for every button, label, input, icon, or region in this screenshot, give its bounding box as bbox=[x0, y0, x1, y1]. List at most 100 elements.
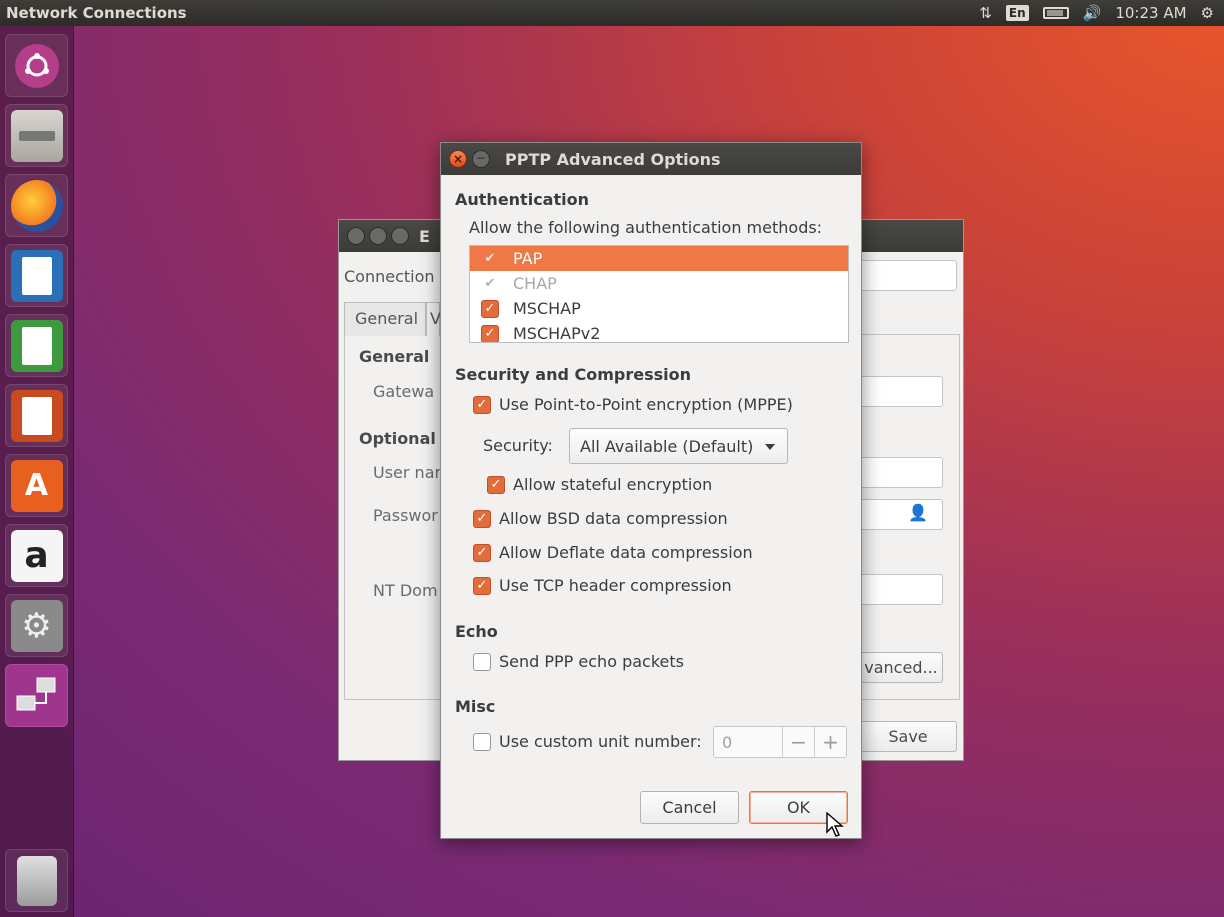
chevron-down-icon bbox=[765, 444, 775, 450]
ubuntu-logo-icon bbox=[14, 43, 59, 88]
launcher-system-settings[interactable]: ⚙ bbox=[5, 594, 68, 657]
minimize-icon[interactable] bbox=[369, 227, 387, 245]
close-icon[interactable] bbox=[347, 227, 365, 245]
launcher-software[interactable]: A bbox=[5, 454, 68, 517]
send-ppp-echo-label: Send PPP echo packets bbox=[499, 652, 684, 671]
gateway-label: Gatewa bbox=[373, 382, 435, 401]
misc-heading: Misc bbox=[455, 697, 496, 716]
custom-unit-checkbox[interactable]: ✓ Use custom unit number: bbox=[473, 732, 702, 751]
keyboard-layout-indicator[interactable]: En bbox=[1005, 5, 1029, 21]
auth-method-chap: ✔ CHAP bbox=[470, 271, 848, 296]
check-icon[interactable]: ✓ bbox=[481, 324, 499, 342]
deflate-compression-checkbox[interactable]: ✓ Allow Deflate data compression bbox=[473, 543, 753, 562]
security-label: Security: bbox=[483, 436, 553, 455]
clock[interactable]: 10:23 AM bbox=[1115, 4, 1186, 22]
launcher-network-connections[interactable] bbox=[5, 664, 68, 727]
authentication-heading: Authentication bbox=[455, 190, 589, 209]
dialog-title: PPTP Advanced Options bbox=[505, 149, 721, 169]
checkbox-empty-icon[interactable]: ✓ bbox=[473, 652, 491, 671]
check-icon: ✔ bbox=[484, 276, 496, 291]
launcher-ubuntu-dash[interactable] bbox=[5, 34, 68, 97]
password-input[interactable]: 👤 bbox=[859, 499, 943, 530]
check-icon[interactable]: ✓ bbox=[473, 395, 491, 414]
increment-button[interactable]: + bbox=[814, 727, 846, 757]
bsd-compression-label: Allow BSD data compression bbox=[499, 509, 728, 528]
gear-icon[interactable]: ⚙ bbox=[1201, 4, 1214, 22]
pptp-advanced-options-dialog: × − PPTP Advanced Options Authentication… bbox=[440, 142, 862, 839]
file-cabinet-icon bbox=[10, 109, 63, 162]
volume-icon[interactable]: 🔊 bbox=[1083, 4, 1102, 22]
check-icon[interactable]: ✓ bbox=[473, 576, 491, 595]
bsd-compression-checkbox[interactable]: ✓ Allow BSD data compression bbox=[473, 509, 728, 528]
mouse-pointer-icon bbox=[826, 812, 844, 837]
security-combo[interactable]: All Available (Default) bbox=[569, 428, 788, 464]
launcher-trash[interactable] bbox=[5, 849, 68, 912]
connection-name-input[interactable] bbox=[859, 260, 957, 291]
advanced-button[interactable]: vanced... bbox=[859, 652, 943, 683]
shopping-bag-icon: A bbox=[10, 459, 63, 512]
minimize-icon[interactable]: − bbox=[472, 150, 490, 168]
network-arrows-icon[interactable]: ⇅ bbox=[979, 4, 992, 22]
amazon-icon: a bbox=[10, 529, 63, 582]
check-icon[interactable]: ✔ bbox=[481, 250, 499, 268]
firefox-icon bbox=[10, 179, 63, 232]
close-icon[interactable]: × bbox=[449, 150, 467, 168]
writer-document-icon bbox=[10, 249, 63, 302]
launcher-impress[interactable] bbox=[5, 384, 68, 447]
tab-general[interactable]: General bbox=[344, 302, 426, 336]
security-combo-value: All Available (Default) bbox=[580, 436, 754, 456]
tab-vpn[interactable]: V bbox=[426, 302, 441, 336]
deflate-compression-label: Allow Deflate data compression bbox=[499, 543, 753, 562]
optional-section-heading: Optional bbox=[359, 429, 436, 448]
dialog-titlebar: × − PPTP Advanced Options bbox=[441, 143, 861, 175]
active-app-title: Network Connections bbox=[6, 4, 187, 22]
save-button[interactable]: Save bbox=[859, 721, 957, 752]
check-icon[interactable]: ✓ bbox=[487, 475, 505, 494]
indicator-area: ⇅ En 🔊 10:23 AM ⚙ bbox=[979, 4, 1224, 22]
cancel-button[interactable]: Cancel bbox=[640, 791, 739, 824]
username-label: User nar bbox=[373, 463, 442, 482]
launcher-amazon[interactable]: a bbox=[5, 524, 68, 587]
tcp-header-compression-checkbox[interactable]: ✓ Use TCP header compression bbox=[473, 576, 732, 595]
auth-methods-list: ✔ PAP ✔ CHAP ✓ MSCHAP ✓ MSCHAPv2 bbox=[469, 245, 849, 343]
checkbox-empty-icon[interactable]: ✓ bbox=[473, 732, 491, 751]
editing-window-title: E bbox=[419, 226, 430, 246]
check-icon[interactable]: ✓ bbox=[473, 509, 491, 528]
gateway-input[interactable] bbox=[859, 376, 943, 407]
nt-domain-label: NT Dom bbox=[373, 581, 438, 600]
nt-domain-input[interactable] bbox=[859, 574, 943, 605]
auth-method-mschap[interactable]: ✓ MSCHAP bbox=[470, 296, 848, 321]
launcher: A a ⚙ bbox=[0, 26, 74, 917]
custom-unit-label: Use custom unit number: bbox=[499, 732, 702, 751]
launcher-writer[interactable] bbox=[5, 244, 68, 307]
user-key-icon[interactable]: 👤 bbox=[908, 503, 928, 522]
unit-number-input[interactable]: 0 bbox=[714, 733, 782, 752]
calc-spreadsheet-icon bbox=[10, 319, 63, 372]
auth-method-label: CHAP bbox=[513, 274, 557, 293]
check-icon[interactable]: ✓ bbox=[473, 543, 491, 562]
launcher-files[interactable] bbox=[5, 104, 68, 167]
stateful-encryption-checkbox[interactable]: ✓ Allow stateful encryption bbox=[487, 475, 712, 494]
authentication-prompt: Allow the following authentication metho… bbox=[469, 218, 823, 237]
launcher-firefox[interactable] bbox=[5, 174, 68, 237]
send-ppp-echo-checkbox[interactable]: ✓ Send PPP echo packets bbox=[473, 652, 684, 671]
auth-method-pap[interactable]: ✔ PAP bbox=[470, 246, 848, 271]
auth-method-label: MSCHAPv2 bbox=[513, 324, 601, 343]
battery-icon[interactable] bbox=[1042, 7, 1069, 19]
auth-method-mschapv2[interactable]: ✓ MSCHAPv2 bbox=[470, 321, 848, 343]
unit-number-stepper: 0 − + bbox=[713, 726, 847, 758]
trash-icon bbox=[16, 855, 57, 906]
use-mppe-label: Use Point-to-Point encryption (MPPE) bbox=[499, 395, 793, 414]
stateful-encryption-label: Allow stateful encryption bbox=[513, 475, 713, 494]
check-icon[interactable]: ✓ bbox=[481, 299, 499, 318]
tcp-header-compression-label: Use TCP header compression bbox=[499, 576, 732, 595]
general-section-heading: General bbox=[359, 347, 430, 366]
impress-presentation-icon bbox=[10, 389, 63, 442]
username-input[interactable] bbox=[859, 457, 943, 488]
decrement-button[interactable]: − bbox=[782, 727, 814, 757]
auth-method-label: PAP bbox=[513, 249, 543, 268]
top-panel: Network Connections ⇅ En 🔊 10:23 AM ⚙ bbox=[0, 0, 1224, 26]
maximize-icon[interactable] bbox=[391, 227, 409, 245]
use-mppe-checkbox[interactable]: ✓ Use Point-to-Point encryption (MPPE) bbox=[473, 395, 793, 414]
launcher-calc[interactable] bbox=[5, 314, 68, 377]
